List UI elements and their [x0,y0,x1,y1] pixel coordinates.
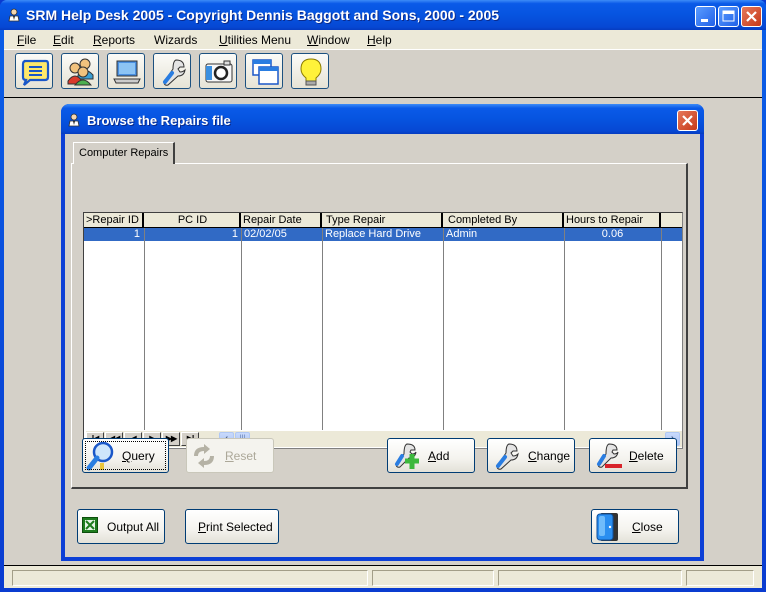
table-row[interactable]: 1 1 02/02/05 Replace Hard Drive Admin 0.… [84,228,682,241]
minimize-icon [701,19,708,22]
column-header-hours-to-repair[interactable]: Hours to Repair [564,213,661,228]
grid-header: >Repair ID PC ID Repair Date Type Repair… [84,213,682,228]
column-header-filler [661,213,682,228]
column-divider [322,228,323,430]
menu-reports[interactable]: Reports [93,33,135,47]
menu-help[interactable]: Help [367,33,392,47]
wrench-icon [496,443,519,470]
dialog-title: Browse the Repairs file [87,113,231,128]
door-icon [596,513,618,541]
reset-label: Reset [225,449,257,463]
delete-button[interactable]: Delete [589,438,677,473]
menu-window[interactable]: Window [307,33,350,47]
maximize-icon [722,10,735,22]
toolbar [4,50,762,98]
app-title: SRM Help Desk 2005 - Copyright Dennis Ba… [26,7,500,23]
column-divider [144,228,145,430]
menu-bar: File Edit Reports Wizards Utilities Menu… [4,30,762,50]
column-header-type-repair[interactable]: Type Repair [322,213,443,228]
menu-file[interactable]: File [17,33,36,47]
menu-utilities[interactable]: Utilities Menu [219,33,291,47]
cell-repair-date: 02/02/05 [244,228,287,240]
laptop-icon [113,60,141,84]
wrench-icon [163,59,186,86]
column-header-completed-by[interactable]: Completed By [443,213,564,228]
cell-type-repair: Replace Hard Drive [325,228,421,240]
column-divider [564,228,565,430]
toolbar-tips-button[interactable] [291,53,329,89]
status-pane-2 [372,570,494,586]
status-pane-3 [498,570,682,586]
column-header-pc-id[interactable]: PC ID [144,213,241,228]
toolbar-windows-button[interactable] [245,53,283,89]
status-pane-1 [12,570,368,586]
output-all-button[interactable]: Output All [77,509,165,544]
tab-computer-repairs[interactable]: Computer Repairs [73,142,176,164]
output-all-label: Output All [107,520,160,534]
status-bar [4,565,762,588]
chat-list-icon [21,59,50,86]
change-button[interactable]: Change [487,438,575,473]
column-divider [241,228,242,430]
close-icon [682,115,693,126]
close-label: Close [632,520,663,534]
tab-page: >Repair ID PC ID Repair Date Type Repair… [71,163,688,489]
search-magnifier-icon [86,441,114,471]
close-button[interactable] [741,6,762,27]
toolbar-repairs-button[interactable] [153,53,191,89]
reset-arrows-icon [194,444,214,468]
lightbulb-icon [300,58,322,86]
query-button[interactable]: Query [82,438,169,473]
users-icon [67,58,94,86]
cell-pc-id: 1 [231,228,238,240]
column-header-repair-id[interactable]: >Repair ID [84,213,144,228]
menu-wizards[interactable]: Wizards [154,33,197,47]
menu-edit[interactable]: Edit [53,33,74,47]
delete-label: Delete [629,449,664,463]
cell-hours: 0.06 [601,228,624,240]
column-divider [443,228,444,430]
toolbar-computers-button[interactable] [107,53,145,89]
browse-repairs-dialog: Browse the Repairs file Computer Repairs… [61,104,704,561]
windows-icon [252,59,279,85]
dialog-titlebar[interactable]: Browse the Repairs file [61,104,704,134]
change-label: Change [528,449,571,463]
close-dialog-button[interactable]: Close [591,509,679,544]
cell-repair-id: 1 [133,228,140,240]
toolbar-messages-button[interactable] [15,53,53,89]
app-logo-icon [8,8,20,22]
dialog-logo-icon [68,113,80,127]
toolbar-users-button[interactable] [61,53,99,89]
delete-wrench-icon [597,443,622,468]
column-header-repair-date[interactable]: Repair Date [241,213,322,228]
camera-icon [205,60,233,83]
close-icon [746,11,757,22]
excel-icon [82,517,98,533]
column-divider [661,228,662,430]
add-wrench-icon [395,443,419,469]
dialog-close-button[interactable] [677,110,698,131]
reset-button[interactable]: Reset [186,438,274,473]
add-label: Add [428,449,450,463]
query-label: Query [122,449,155,463]
app-titlebar[interactable]: SRM Help Desk 2005 - Copyright Dennis Ba… [0,0,766,30]
repairs-grid[interactable]: >Repair ID PC ID Repair Date Type Repair… [83,212,683,449]
maximize-button[interactable] [718,6,739,27]
print-selected-label: Print Selected [198,520,273,534]
cell-completed-by: Admin [446,228,478,240]
toolbar-camera-button[interactable] [199,53,237,89]
print-selected-button[interactable]: Print Selected [185,509,279,544]
add-button[interactable]: Add [387,438,475,473]
status-pane-4 [686,570,754,586]
dialog-body: Computer Repairs >Repair ID PC ID Repair… [65,134,700,557]
minimize-button[interactable] [695,6,716,27]
